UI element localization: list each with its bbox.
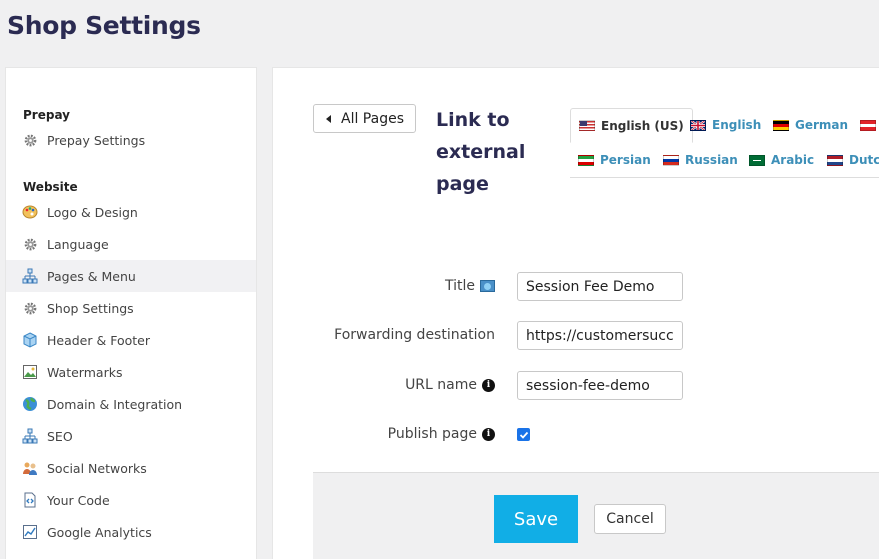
sa-flag-icon [749,154,765,166]
page-title: Shop Settings [7,11,201,40]
language-tabs: English (US) English German Persian Russ… [570,108,879,178]
gear-icon [22,300,38,316]
tab-dutch[interactable]: Dutch [827,147,879,173]
url-name-input[interactable] [517,371,683,400]
ru-flag-icon [663,154,679,166]
sidebar-heading-website: Website [23,180,78,194]
uk-flag-icon [690,119,706,131]
all-pages-label: All Pages [341,110,404,127]
code-file-icon [22,492,38,508]
sidebar-item-label: Watermarks [47,364,123,380]
title-label-text: Title [444,278,475,294]
forwarding-destination-label: Forwarding destination [334,327,495,343]
publish-page-label: Publish page i [388,426,495,442]
tab-label: English [712,118,762,132]
title-input[interactable] [517,272,683,301]
tab-german[interactable]: German [773,112,848,138]
sidebar-item-domain-integration[interactable]: Domain & Integration [6,388,256,420]
sidebar-item-language[interactable]: Language [6,228,256,260]
gear-icon [22,236,38,252]
form-footer: Save Cancel [313,472,879,559]
image-icon [22,364,38,380]
tab-label: Dutch [849,153,879,167]
tab-austrian[interactable] [860,112,879,138]
sidebar-item-prepay-settings[interactable]: Prepay Settings [6,124,256,156]
sidebar-item-label: Prepay Settings [47,132,146,148]
caret-left-icon [326,114,331,123]
sidebar-item-seo[interactable]: SEO [6,420,256,452]
tab-arabic[interactable]: Arabic [749,147,814,173]
title-label: Title [445,278,495,294]
sidebar-item-label: Your Code [47,492,110,508]
palette-icon [22,204,38,220]
de-flag-icon [773,119,789,131]
section-title: Link to external page [436,109,526,195]
sidebar-item-watermarks[interactable]: Watermarks [6,356,256,388]
info-icon[interactable]: i [482,427,495,441]
sidebar-item-label: Social Networks [47,460,147,476]
globe-icon [22,396,38,412]
sidebar-item-logo-design[interactable]: Logo & Design [6,196,256,228]
tab-persian[interactable]: Persian [578,147,651,173]
tab-label: Persian [600,153,651,167]
sitemap-icon [22,268,38,284]
cancel-button[interactable]: Cancel [594,504,666,534]
sidebar-heading-prepay: Prepay [23,108,70,122]
sidebar-item-shop-settings[interactable]: Shop Settings [6,292,256,324]
tab-english-us[interactable]: English (US) [570,108,693,143]
checkmark-icon [519,431,528,439]
sidebar-item-label: SEO [47,428,73,444]
save-button[interactable]: Save [494,495,578,543]
gear-icon [22,132,38,148]
tab-label: German [795,118,849,132]
sidebar-item-label: Domain & Integration [47,396,183,412]
tab-russian[interactable]: Russian [663,147,738,173]
all-pages-button[interactable]: All Pages [313,104,416,133]
sidebar-item-google-analytics[interactable]: Google Analytics [6,516,256,548]
tab-label: Russian [685,153,738,167]
sidebar-item-label: Pages & Menu [47,268,136,284]
translate-icon[interactable] [480,280,495,292]
url-name-label-text: URL name [405,377,477,393]
sidebar-item-label: Header & Footer [47,332,150,348]
url-name-label: URL name i [405,377,495,393]
sidebar-item-label: Language [47,236,109,252]
sidebar-item-pages-menu[interactable]: Pages & Menu [6,260,256,292]
users-icon [22,460,38,476]
settings-sidebar: Prepay Prepay Settings Website Logo & De… [5,67,257,559]
us-flag-icon [579,120,595,131]
sidebar-item-your-code[interactable]: Your Code [6,484,256,516]
publish-page-checkbox[interactable] [517,428,530,441]
ir-flag-icon [578,154,594,166]
forwarding-destination-input[interactable] [517,321,683,350]
cube-icon [22,332,38,348]
at-flag-icon [860,119,876,131]
tab-label: Arabic [771,153,815,167]
analytics-icon [22,524,38,540]
sidebar-item-social-networks[interactable]: Social Networks [6,452,256,484]
tab-label: English (US) [601,118,684,133]
nl-flag-icon [827,154,843,166]
sitemap-icon [22,428,38,444]
publish-page-label-text: Publish page [387,426,477,442]
sidebar-item-header-footer[interactable]: Header & Footer [6,324,256,356]
info-icon[interactable]: i [482,378,495,392]
sidebar-item-label: Google Analytics [47,524,152,540]
sidebar-item-label: Shop Settings [47,300,134,316]
main-panel: All Pages Link to external page English … [272,67,879,559]
sidebar-item-label: Logo & Design [47,204,138,220]
tab-english[interactable]: English [690,112,761,138]
